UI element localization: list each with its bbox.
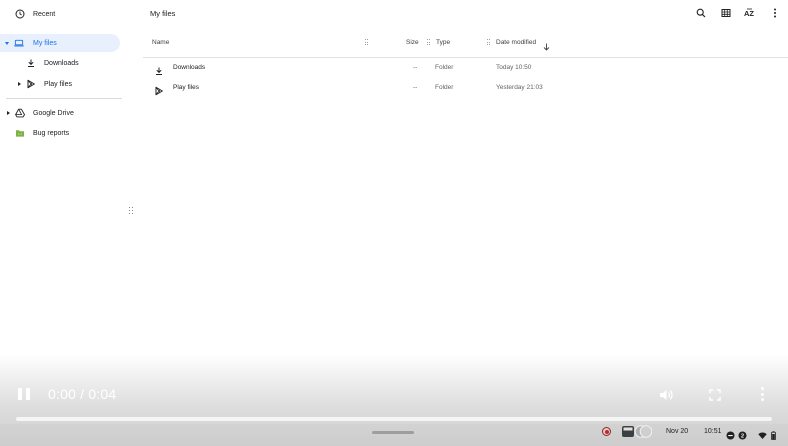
volume-button[interactable] bbox=[659, 388, 673, 400]
download-icon bbox=[154, 63, 164, 75]
laptop-icon bbox=[14, 38, 24, 48]
home-bar[interactable] bbox=[372, 431, 414, 434]
column-header-date[interactable]: Date modified bbox=[496, 39, 536, 46]
collapse-arrow-icon[interactable] bbox=[5, 42, 9, 45]
play-store-icon bbox=[154, 83, 164, 96]
grid-view-icon bbox=[721, 5, 731, 23]
sort-button[interactable]: AZ bbox=[744, 8, 757, 20]
expand-arrow-icon[interactable] bbox=[18, 81, 21, 86]
sort-descending-icon[interactable] bbox=[543, 38, 550, 51]
column-resize-handle[interactable] bbox=[487, 39, 490, 46]
holding-space-tray[interactable] bbox=[622, 425, 653, 438]
do-not-disturb-icon[interactable] bbox=[726, 427, 735, 440]
grid-view-button[interactable] bbox=[720, 8, 732, 20]
table-row[interactable]: Play files -- Folder Yesterday 21:03 bbox=[143, 78, 783, 98]
column-resize-handle[interactable] bbox=[365, 39, 368, 46]
file-date-modified: Today 10:50 bbox=[496, 64, 532, 71]
sidebar-resize-handle[interactable] bbox=[129, 207, 134, 215]
search-icon bbox=[696, 5, 706, 23]
file-type: Folder bbox=[435, 64, 454, 71]
column-resize-handle[interactable] bbox=[427, 39, 430, 46]
fullscreen-button[interactable] bbox=[709, 388, 721, 401]
sidebar-item-label: Google Drive bbox=[33, 109, 74, 117]
holding-space-thumbnails-icon bbox=[622, 425, 653, 438]
breadcrumb[interactable]: My files bbox=[150, 9, 175, 18]
download-icon bbox=[26, 58, 36, 68]
video-progress-bar[interactable] bbox=[16, 417, 772, 421]
sidebar: Recent My files Downloads Play files Goo… bbox=[0, 0, 128, 355]
expand-arrow-icon[interactable] bbox=[7, 110, 10, 115]
file-type: Folder bbox=[435, 84, 454, 91]
sidebar-item-label: Recent bbox=[33, 10, 56, 18]
sidebar-item-recent[interactable]: Recent bbox=[0, 5, 120, 23]
sidebar-item-label: My files bbox=[33, 39, 57, 47]
more-vert-icon bbox=[760, 387, 764, 390]
fullscreen-icon bbox=[709, 388, 721, 405]
shelf-date[interactable]: Nov 20 bbox=[666, 428, 688, 435]
clock-icon bbox=[15, 9, 25, 19]
svg-text:2: 2 bbox=[741, 434, 744, 440]
svg-text:AZ: AZ bbox=[744, 9, 754, 18]
column-header-type[interactable]: Type bbox=[436, 39, 450, 46]
more-vert-icon bbox=[773, 5, 777, 23]
sidebar-item-play-files[interactable]: Play files bbox=[0, 75, 120, 93]
search-button[interactable] bbox=[695, 8, 707, 20]
file-size: -- bbox=[413, 84, 418, 91]
column-header-size[interactable]: Size bbox=[406, 39, 419, 46]
pause-button[interactable] bbox=[18, 388, 30, 400]
file-date-modified: Yesterday 21:03 bbox=[496, 84, 543, 91]
sidebar-item-bug-reports[interactable]: Bug reports bbox=[0, 124, 120, 142]
video-more-options-button[interactable] bbox=[760, 387, 764, 401]
sort-az-icon: AZ bbox=[744, 5, 757, 23]
google-drive-icon bbox=[15, 108, 25, 118]
android-folder-icon bbox=[15, 128, 25, 138]
sidebar-item-label: Downloads bbox=[44, 59, 79, 67]
column-header-name[interactable]: Name bbox=[152, 39, 169, 46]
shelf-time[interactable]: 10:51 bbox=[704, 428, 722, 435]
file-name: Play files bbox=[173, 84, 200, 91]
more-options-button[interactable] bbox=[769, 8, 781, 20]
volume-icon bbox=[659, 388, 673, 405]
file-size: -- bbox=[413, 64, 418, 71]
battery-icon[interactable] bbox=[771, 427, 776, 441]
sidebar-item-downloads[interactable]: Downloads bbox=[0, 54, 120, 72]
play-store-icon bbox=[26, 79, 36, 89]
sidebar-divider bbox=[6, 98, 122, 99]
file-name: Downloads bbox=[173, 64, 206, 71]
screen-record-button[interactable] bbox=[602, 427, 611, 436]
pause-icon bbox=[18, 388, 22, 400]
sidebar-item-label: Play files bbox=[44, 80, 73, 88]
sidebar-item-my-files[interactable]: My files bbox=[0, 34, 120, 52]
video-time: 0:00 / 0:04 bbox=[48, 386, 117, 402]
table-row[interactable]: Downloads -- Folder Today 10:50 bbox=[143, 58, 783, 78]
wifi-icon[interactable] bbox=[758, 427, 767, 439]
sidebar-item-label: Bug reports bbox=[33, 129, 70, 137]
sidebar-item-google-drive[interactable]: Google Drive bbox=[0, 104, 120, 122]
notification-count-icon[interactable]: 2 bbox=[738, 427, 747, 440]
record-icon bbox=[604, 429, 609, 434]
